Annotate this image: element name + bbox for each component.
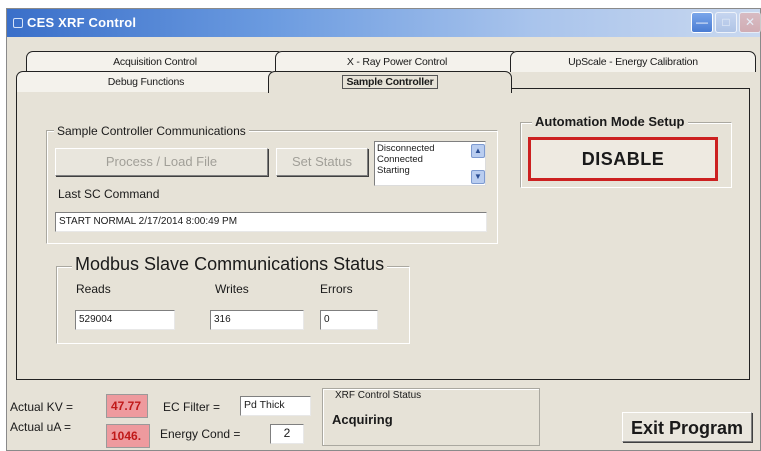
ec-filter-label: EC Filter = [163,400,221,414]
tab-sample-controller[interactable]: Sample Controller [268,71,512,93]
last-sc-command-label: Last SC Command [58,187,160,201]
sc-comm-group-title: Sample Controller Communications [54,124,249,138]
tab-debug-functions[interactable]: Debug Functions [16,71,276,92]
xrf-status-value: Acquiring [332,412,393,427]
app-icon [13,18,23,28]
tab-upscale-energy-calibration[interactable]: UpScale - Energy Calibration [510,51,756,72]
status-listbox[interactable]: Disconnected Connected Starting ▲ ▼ [374,141,486,186]
status-option-connected[interactable]: Connected [377,154,483,165]
xrf-status-title: XRF Control Status [332,390,425,401]
modbus-group-title: Modbus Slave Communications Status [72,254,388,275]
tab-sample-controller-label: Sample Controller [342,75,438,89]
actual-ua-label: Actual uA = [10,420,72,434]
minimize-button[interactable]: — [691,12,713,33]
status-option-starting[interactable]: Starting [377,165,483,176]
scroll-up-icon[interactable]: ▲ [471,144,485,158]
reads-field[interactable]: 529004 [75,310,175,330]
energy-cond-label: Energy Cond = [160,427,241,441]
tab-x-ray-power-control[interactable]: X - Ray Power Control [275,51,519,72]
exit-program-button[interactable]: Exit Program [622,412,752,442]
process-load-file-button[interactable]: Process / Load File [55,148,268,176]
tab-acquisition-control[interactable]: Acquisition Control [26,51,284,72]
actual-kv-label: Actual KV = [10,400,74,414]
energy-cond-field[interactable]: 2 [270,424,304,444]
last-sc-command-field[interactable]: START NORMAL 2/17/2014 8:00:49 PM [55,212,487,232]
disable-automation-button[interactable]: DISABLE [528,137,718,181]
scroll-down-icon[interactable]: ▼ [471,170,485,184]
set-status-button[interactable]: Set Status [276,148,368,176]
reads-label: Reads [76,282,111,296]
writes-label: Writes [215,282,249,296]
close-button[interactable]: ✕ [739,12,761,33]
automation-group-title: Automation Mode Setup [532,114,688,129]
errors-label: Errors [320,282,353,296]
actual-ua-value: 1046. [106,424,150,448]
ec-filter-field[interactable]: Pd Thick [240,396,311,416]
actual-kv-value: 47.77 [106,394,148,418]
status-option-disconnected[interactable]: Disconnected [377,143,483,154]
title-bar[interactable]: CES XRF Control — □ ✕ [7,9,761,37]
errors-field[interactable]: 0 [320,310,378,330]
window-title: CES XRF Control [27,15,137,30]
writes-field[interactable]: 316 [210,310,304,330]
maximize-button[interactable]: □ [715,12,737,33]
modbus-group [56,266,410,344]
